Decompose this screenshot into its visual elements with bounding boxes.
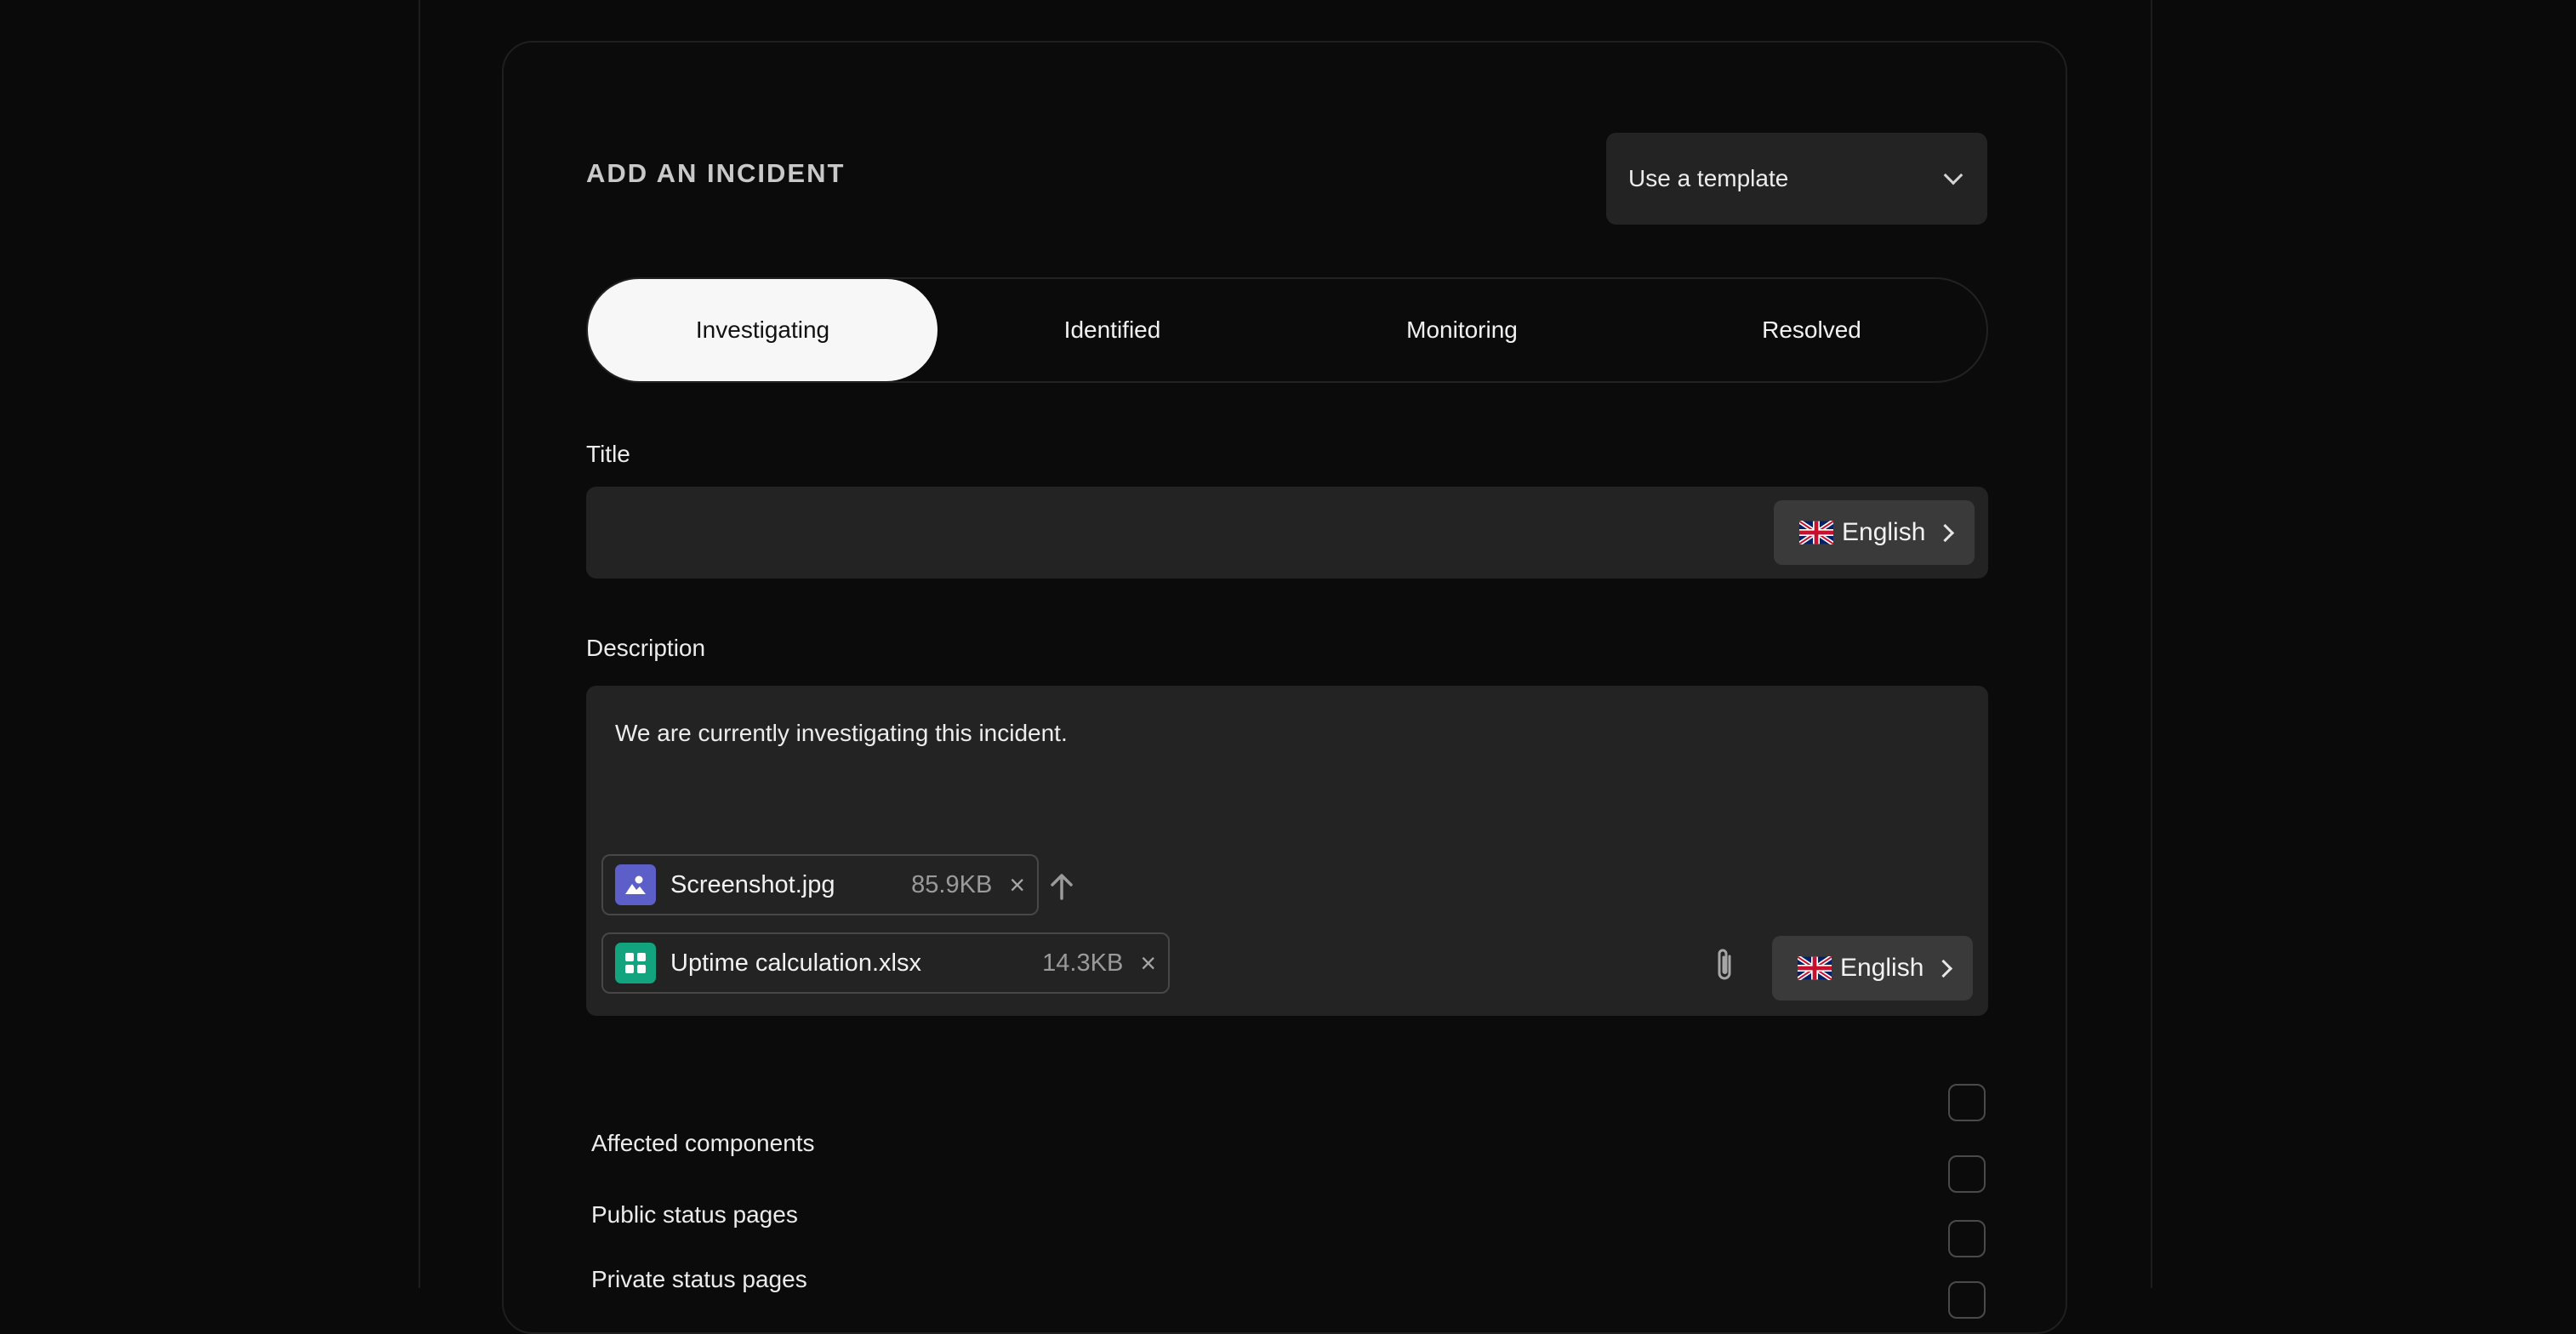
- public-status-pages-checkbox[interactable]: [1948, 1155, 1986, 1193]
- image-glyph-icon: [625, 875, 646, 894]
- description-label: Description: [586, 635, 706, 661]
- option-label: Private status pages: [591, 1266, 807, 1292]
- tab-monitoring[interactable]: Monitoring: [1287, 279, 1637, 381]
- status-tabs: Investigating Identified Monitoring Reso…: [586, 277, 1988, 383]
- description-language-button[interactable]: English: [1772, 936, 1973, 1000]
- private-status-pages-checkbox[interactable]: [1948, 1220, 1986, 1257]
- tab-identified[interactable]: Identified: [938, 279, 1287, 381]
- option-row-affected-components: Affected components: [591, 1130, 1993, 1157]
- option-label: Public status pages: [591, 1201, 798, 1228]
- remove-attachment-icon[interactable]: ×: [1140, 949, 1156, 977]
- option-row-public-status-pages: Public status pages: [591, 1201, 1993, 1229]
- attachment-name: Screenshot.jpg: [670, 870, 835, 898]
- attachment-chip-screenshot[interactable]: Screenshot.jpg 85.9KB ×: [601, 854, 1039, 915]
- template-select-label: Use a template: [1628, 165, 1789, 191]
- uk-flag-icon: [1798, 956, 1832, 980]
- description-text: We are currently investigating this inci…: [615, 720, 1068, 746]
- image-file-icon: [615, 864, 656, 905]
- tab-resolved[interactable]: Resolved: [1637, 279, 1986, 381]
- chevron-down-icon: [1943, 165, 1963, 185]
- attachment-size: 85.9KB: [911, 870, 993, 898]
- uk-flag-icon: [1799, 521, 1833, 544]
- page-frame-right-border: [2151, 0, 2152, 1288]
- spreadsheet-file-icon: [615, 943, 656, 983]
- tab-investigating[interactable]: Investigating: [588, 279, 938, 381]
- template-select[interactable]: Use a template: [1606, 133, 1987, 225]
- upload-arrow-icon[interactable]: [1049, 873, 1074, 900]
- option-row-private-status-pages: Private status pages: [591, 1266, 1993, 1293]
- remove-attachment-icon[interactable]: ×: [1009, 871, 1025, 898]
- attachment-name: Uptime calculation.xlsx: [670, 949, 921, 977]
- tab-label: Monitoring: [1406, 316, 1518, 343]
- description-language-label: English: [1840, 954, 1924, 982]
- title-label: Title: [586, 441, 630, 467]
- paperclip-icon[interactable]: [1711, 946, 1740, 983]
- chevron-right-icon: [1935, 959, 1953, 978]
- page-title: ADD AN INCIDENT: [586, 158, 846, 188]
- tab-label: Resolved: [1762, 316, 1861, 343]
- title-language-button[interactable]: English: [1774, 500, 1975, 565]
- title-input[interactable]: English: [586, 487, 1988, 579]
- tab-label: Identified: [1063, 316, 1161, 343]
- page-frame-left-border: [419, 0, 420, 1288]
- description-input[interactable]: We are currently investigating this inci…: [586, 686, 1988, 1016]
- add-incident-card: ADD AN INCIDENT Use a template Investiga…: [502, 41, 2067, 1334]
- tab-label: Investigating: [695, 316, 830, 343]
- title-language-label: English: [1842, 518, 1926, 546]
- attachment-size: 14.3KB: [1042, 949, 1124, 977]
- attachment-chip-uptime[interactable]: Uptime calculation.xlsx 14.3KB ×: [601, 932, 1170, 994]
- additional-option-checkbox[interactable]: [1948, 1281, 1986, 1319]
- chevron-right-icon: [1936, 523, 1955, 542]
- affected-components-checkbox[interactable]: [1948, 1084, 1986, 1121]
- grid-glyph-icon: [625, 953, 646, 973]
- option-label: Affected components: [591, 1130, 815, 1156]
